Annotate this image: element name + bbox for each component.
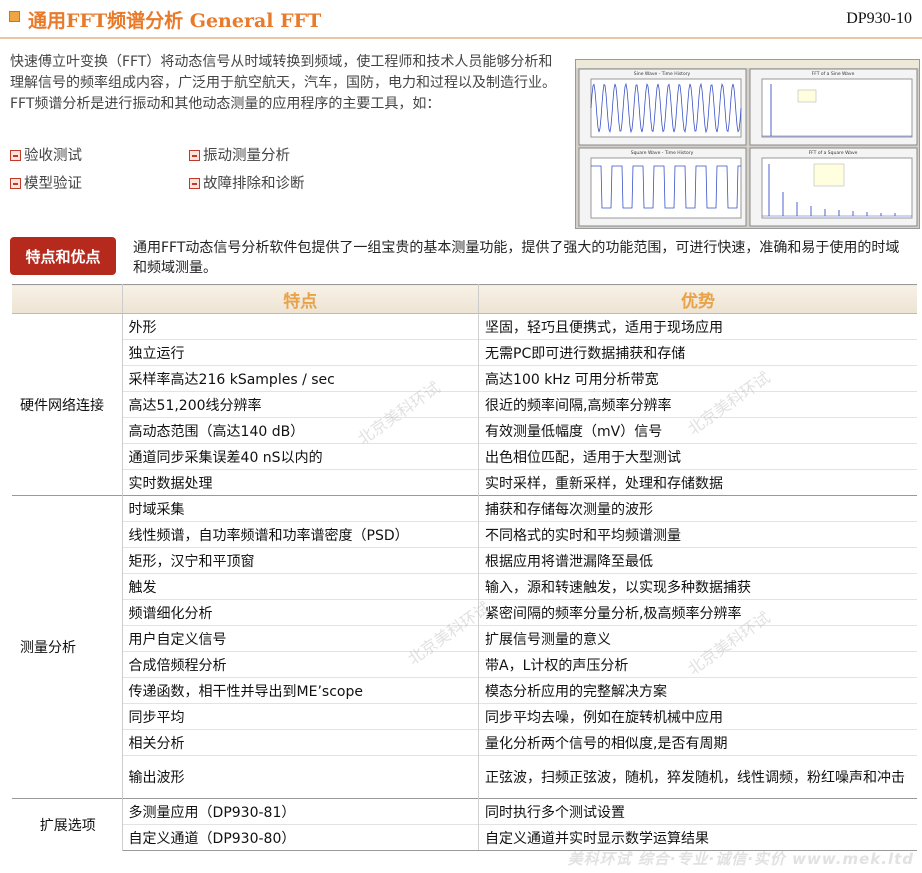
advantage-cell: 带A，L计权的声压分析 <box>478 651 917 678</box>
feature-cell: 采样率高达216 kSamples / sec <box>122 365 480 392</box>
checkbox-icon <box>189 178 200 189</box>
product-code: DP930-10 <box>846 10 912 27</box>
feature-cell: 频谱细化分析 <box>122 599 480 626</box>
feature-cell: 时域采集 <box>122 495 480 522</box>
feature-cell: 传递函数，相干性并导出到ME’scope <box>122 677 480 704</box>
feature-cell: 多测量应用（DP930-81） <box>122 798 480 825</box>
advantage-cell: 扩展信号测量的意义 <box>478 625 917 652</box>
advantage-cell: 出色相位匹配，适用于大型测试 <box>478 443 917 470</box>
screenshot-plots: Sine Wave - Time History FFT of a Sine W… <box>578 68 918 227</box>
feature-cell: 输出波形 <box>122 755 480 799</box>
feature-cell: 高动态范围（高达140 dB） <box>122 417 480 444</box>
advantage-cell: 高达100 kHz 可用分析带宽 <box>478 365 917 392</box>
advantage-cell: 根据应用将谱泄漏降至最低 <box>478 547 917 574</box>
header-divider <box>0 37 922 39</box>
checkbox-icon <box>189 150 200 161</box>
software-screenshot: Sine Wave - Time History FFT of a Sine W… <box>575 59 920 229</box>
feature-cell: 外形 <box>122 313 480 340</box>
advantage-cell: 很近的频率间隔,高频率分辨率 <box>478 391 917 418</box>
title-bullet-icon <box>9 11 20 22</box>
table-row: 高达51,200线分辨率 很近的频率间隔,高频率分辨率 <box>12 391 917 418</box>
feature-cell: 自定义通道（DP930-80） <box>122 824 480 851</box>
table-row: 频谱细化分析 紧密间隔的频率分量分析,极高频率分辨率 <box>12 599 917 626</box>
table-row: 矩形，汉宁和平顶窗 根据应用将谱泄漏降至最低 <box>12 547 917 574</box>
table-row: 同步平均 同步平均去噪，例如在旋转机械中应用 <box>12 703 917 730</box>
feature-cell: 触发 <box>122 573 480 600</box>
table-row: 通道同步采集误差40 nS以内的 出色相位匹配，适用于大型测试 <box>12 443 917 470</box>
advantage-cell: 量化分析两个信号的相似度,是否有周期 <box>478 729 917 756</box>
header-advantage: 优势 <box>478 284 917 314</box>
feature-cell: 相关分析 <box>122 729 480 756</box>
application-item: 振动测量分析 <box>189 144 290 165</box>
feature-cell: 线性频谱，自功率频谱和功率谱密度（PSD） <box>122 521 480 548</box>
header-feature: 特点 <box>122 284 480 314</box>
advantage-cell: 不同格式的实时和平均频谱测量 <box>478 521 917 548</box>
feature-cell: 高达51,200线分辨率 <box>122 391 480 418</box>
advantage-cell: 坚固，轻巧且便携式，适用于现场应用 <box>478 313 917 340</box>
table-row: 扩展选项 多测量应用（DP930-81） 同时执行多个测试设置 <box>12 798 917 851</box>
panel-title: Sine Wave - Time History <box>634 71 691 77</box>
advantage-cell: 紧密间隔的频率分量分析,极高频率分辨率 <box>478 599 917 626</box>
intro-paragraph: 快速傅立叶变换（FFT）将动态信号从时域转换到频域，使工程师和技术人员能够分析和… <box>10 54 556 112</box>
advantage-cell: 有效测量低幅度（mV）信号 <box>478 417 917 444</box>
table-row: 传递函数，相干性并导出到ME’scope 模态分析应用的完整解决方案 <box>12 677 917 704</box>
banner-description: 通用FFT动态信号分析软件包提供了一组宝贵的基本测量功能，提供了强大的功能范围，… <box>133 240 900 276</box>
feature-cell: 实时数据处理 <box>122 469 480 496</box>
group-name: 扩展选项 <box>12 798 123 851</box>
group-name: 测量分析 <box>12 495 123 799</box>
advantage-cell: 实时采样，重新采样，处理和存储数据 <box>478 469 917 496</box>
application-item: 故障排除和诊断 <box>189 172 305 193</box>
page-header: 通用FFT频谱分析 General FFT DP930-10 <box>0 0 922 39</box>
footer-brand: 美科环试 综合·专业·诚信·实价 www.mek.ltd <box>567 850 914 868</box>
advantage-cell: 同步平均去噪，例如在旋转机械中应用 <box>478 703 917 730</box>
feature-cell: 用户自定义信号 <box>122 625 480 652</box>
feature-cell: 同步平均 <box>122 703 480 730</box>
features-badge: 特点和优点 <box>10 237 116 275</box>
panel-title: FFT of a Square Wave <box>809 150 858 156</box>
panel-title: FFT of a Sine Wave <box>812 71 855 77</box>
advantage-cell: 正弦波，扫频正弦波，随机，猝发随机，线性调频，粉红噪声和冲击 <box>478 755 917 799</box>
table-row: 合成倍频程分析 带A，L计权的声压分析 <box>12 651 917 678</box>
feature-cell: 矩形，汉宁和平顶窗 <box>122 547 480 574</box>
advantage-cell: 同时执行多个测试设置 <box>478 798 917 825</box>
group-name: 硬件网络连接 <box>12 313 123 496</box>
table-row: 测量分析 时域采集 捕获和存储每次测量的波形 <box>12 495 917 799</box>
feature-cell: 通道同步采集误差40 nS以内的 <box>122 443 480 470</box>
advantage-cell: 捕获和存储每次测量的波形 <box>478 495 917 522</box>
table-row: 硬件网络连接 外形 坚固，轻巧且便携式，适用于现场应用 <box>12 313 917 496</box>
advantage-cell: 自定义通道并实时显示数学运算结果 <box>478 824 917 851</box>
advantage-cell: 模态分析应用的完整解决方案 <box>478 677 917 704</box>
advantage-cell: 输入，源和转速触发，以实现多种数据捕获 <box>478 573 917 600</box>
panel-title: Square Wave - Time History <box>631 150 694 156</box>
checkbox-icon <box>10 150 21 161</box>
table-row: 相关分析 量化分析两个信号的相似度,是否有周期 <box>12 729 917 756</box>
advantage-cell: 无需PC即可进行数据捕获和存储 <box>478 339 917 366</box>
features-table: 特点 优势 硬件网络连接 外形 坚固，轻巧且便携式，适用于现场应用 独立运行 无… <box>12 284 917 851</box>
header-group-cell <box>12 284 123 314</box>
application-item: 验收测试 <box>10 144 82 165</box>
table-row: 自定义通道（DP930-80） 自定义通道并实时显示数学运算结果 <box>12 824 917 851</box>
table-row: 高动态范围（高达140 dB） 有效测量低幅度（mV）信号 <box>12 417 917 444</box>
page-title: 通用FFT频谱分析 General FFT <box>28 10 322 32</box>
table-row: 采样率高达216 kSamples / sec 高达100 kHz 可用分析带宽 <box>12 365 917 392</box>
feature-cell: 独立运行 <box>122 339 480 366</box>
table-row: 实时数据处理 实时采样，重新采样，处理和存储数据 <box>12 469 917 496</box>
table-header-row: 特点 优势 <box>12 284 917 314</box>
application-item: 模型验证 <box>10 172 82 193</box>
feature-cell: 合成倍频程分析 <box>122 651 480 678</box>
checkbox-icon <box>10 178 21 189</box>
table-row: 线性频谱，自功率频谱和功率谱密度（PSD） 不同格式的实时和平均频谱测量 <box>12 521 917 548</box>
table-row: 触发 输入，源和转速触发，以实现多种数据捕获 <box>12 573 917 600</box>
table-row: 输出波形 正弦波，扫频正弦波，随机，猝发随机，线性调频，粉红噪声和冲击 <box>12 755 917 799</box>
table-row: 独立运行 无需PC即可进行数据捕获和存储 <box>12 339 917 366</box>
table-row: 用户自定义信号 扩展信号测量的意义 <box>12 625 917 652</box>
